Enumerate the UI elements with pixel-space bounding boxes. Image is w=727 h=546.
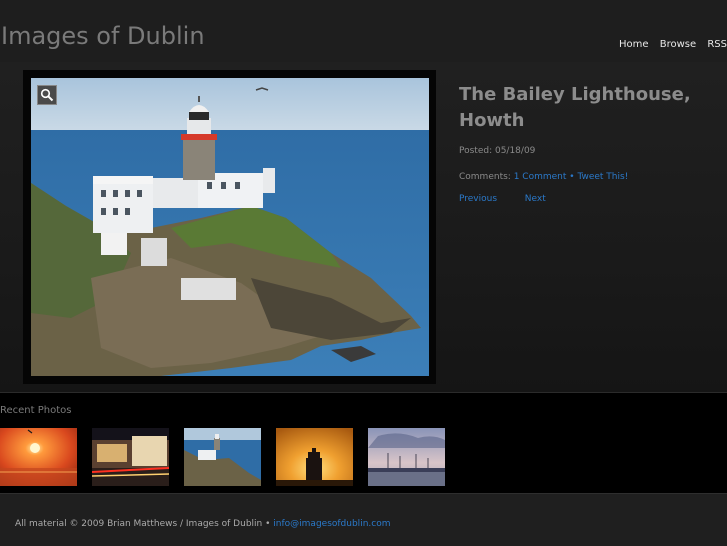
lighthouse-sunset-photo	[276, 428, 353, 486]
previous-link[interactable]: Previous	[459, 194, 497, 204]
post-title-line2: Howth	[459, 110, 525, 131]
posted-date: Posted: 05/18/09	[459, 146, 536, 156]
next-link[interactable]: Next	[525, 194, 546, 204]
lighthouse-thumb-photo	[184, 428, 261, 486]
magnifier-icon	[40, 88, 54, 102]
comment-link[interactable]: 1 Comment	[514, 172, 567, 182]
nav-browse[interactable]: Browse	[660, 39, 696, 50]
copyright-text: All material © 2009 Brian Matthews / Ima…	[15, 519, 271, 529]
recent-thumb-harbour[interactable]	[368, 428, 445, 486]
footer-text-row: All material © 2009 Brian Matthews / Ima…	[15, 519, 390, 529]
lighthouse-photo	[31, 78, 429, 376]
main-photo[interactable]	[31, 78, 429, 376]
comments-label: Comments:	[459, 172, 511, 182]
post-title: The Bailey Lighthouse, Howth	[459, 82, 709, 134]
recent-thumb-sunset-sea[interactable]	[0, 428, 77, 486]
post-title-line1: The Bailey Lighthouse,	[459, 84, 691, 105]
harbour-photo	[368, 428, 445, 486]
link-separator: •	[569, 172, 575, 182]
site-footer: All material © 2009 Brian Matthews / Ima…	[0, 493, 727, 546]
comments-row: Comments: 1 Comment • Tweet This!	[459, 172, 628, 182]
photo-frame	[23, 70, 436, 384]
recent-thumb-lighthouse-sunset[interactable]	[276, 428, 353, 486]
nav-rss[interactable]: RSS	[707, 39, 727, 50]
main-nav: Home Browse RSS	[611, 39, 727, 50]
zoom-button[interactable]	[37, 85, 57, 105]
recent-thumb-lighthouse[interactable]	[184, 428, 261, 486]
footer-email-link[interactable]: info@imagesofdublin.com	[273, 519, 390, 529]
recent-photos-title: Recent Photos	[0, 405, 72, 416]
tweet-link[interactable]: Tweet This!	[577, 172, 628, 182]
site-header: Images of Dublin Home Browse RSS	[0, 0, 727, 63]
post-pagination: Previous Next	[459, 194, 546, 204]
sunset-photo	[0, 428, 77, 486]
recent-thumb-night-street[interactable]	[92, 428, 169, 486]
recent-photos: Recent Photos	[0, 392, 727, 494]
night-street-photo	[92, 428, 169, 486]
site-title[interactable]: Images of Dublin	[1, 22, 205, 50]
nav-home[interactable]: Home	[619, 39, 649, 50]
